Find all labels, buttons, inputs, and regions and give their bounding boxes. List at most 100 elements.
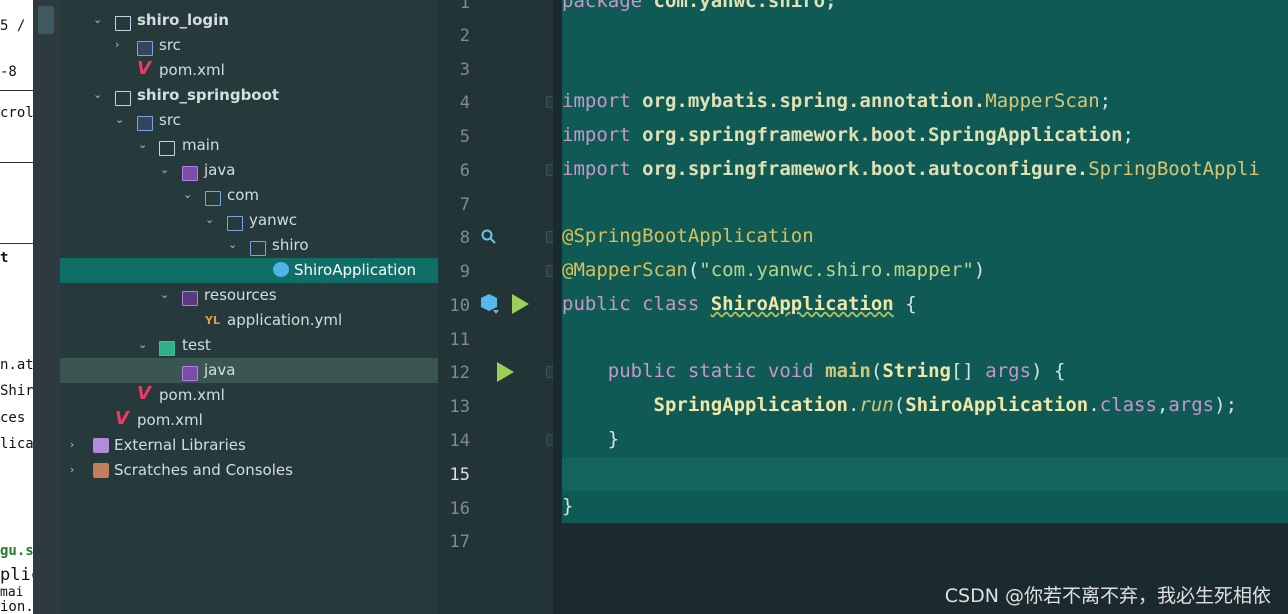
tree-item-external-libraries[interactable]: › External Libraries (60, 433, 438, 458)
editor-gutter: 1 2 3 4 5 6 7 8 9 10 11 12 13 14 15 16 1… (438, 0, 558, 614)
maven-icon: V (137, 58, 151, 79)
tree-item-main[interactable]: ⌄ main (60, 133, 438, 158)
sliver-text: licati (0, 436, 33, 452)
chevron-down-icon[interactable]: ⌄ (160, 289, 170, 301)
tree-item-java[interactable]: ⌄ java (60, 158, 438, 183)
chevron-down-icon[interactable]: ⌄ (93, 14, 103, 26)
chevron-right-icon[interactable]: › (70, 464, 80, 476)
line-number: 14 (449, 431, 470, 451)
tree-item-yanwc[interactable]: ⌄ yanwc (60, 208, 438, 233)
tree-item-label: pom.xml (159, 61, 225, 79)
token: class (1099, 394, 1157, 416)
tree-item-label: shiro_login (137, 11, 229, 29)
tree-item-root-pom[interactable]: V pom.xml (60, 408, 438, 433)
java-test-root-icon (182, 366, 198, 381)
tree-item-shiro-springboot[interactable]: ⌄ shiro_springboot (60, 83, 438, 108)
token: "com.yanwc.shiro.mapper" (699, 259, 974, 281)
line-number: 4 (459, 93, 470, 113)
java-source-root-icon (182, 166, 198, 181)
sliver-text: ces (0, 410, 26, 426)
code-line-1: package com.yanwc.shiro; (562, 0, 837, 12)
chevron-right-icon[interactable]: › (70, 439, 80, 451)
token: com.yanwc.shiro; (642, 0, 837, 12)
resources-folder-icon (182, 291, 198, 306)
token: package (562, 0, 643, 12)
tree-item-shiro[interactable]: ⌄ shiro (60, 233, 438, 258)
current-line-highlight (562, 458, 1288, 491)
token: org.springframework.boot.SpringApplicati… (630, 124, 1123, 146)
chevron-down-icon[interactable]: ⌄ (115, 114, 125, 126)
tree-item-pom[interactable]: V pom.xml (60, 58, 438, 83)
sliver-text: ion. (0, 599, 33, 614)
code-line-16: } (562, 495, 574, 517)
token: run (859, 394, 894, 416)
chevron-down-icon[interactable]: ⌄ (205, 214, 215, 226)
chevron-right-icon[interactable]: › (115, 39, 125, 51)
tree-item-scratches[interactable]: › Scratches and Consoles (60, 458, 438, 483)
spring-bean-icon[interactable] (480, 293, 500, 315)
token: SpringBootAppli (1088, 158, 1260, 180)
project-tree: ⌄ shiro_login › src V pom.xml ⌄ shiro_sp… (60, 0, 438, 614)
code-line-5: import org.springframework.boot.SpringAp… (562, 124, 1134, 146)
chevron-down-icon[interactable]: ⌄ (160, 164, 170, 176)
test-folder-icon (159, 341, 175, 356)
token: MapperScan (985, 90, 1100, 112)
sliver-text: Shiro (0, 383, 33, 399)
chevron-down-icon[interactable]: ⌄ (138, 339, 148, 351)
chevron-down-icon[interactable]: ⌄ (138, 139, 148, 151)
token: main (825, 360, 871, 382)
tree-item-label: pom.xml (137, 411, 203, 429)
module-folder-icon (115, 91, 131, 106)
tree-item-resources[interactable]: ⌄ resources (60, 283, 438, 308)
tree-item-label: src (159, 36, 181, 54)
run-main-icon[interactable] (497, 362, 514, 382)
code-line-12: public static void main(String[] args) { (562, 360, 1066, 382)
maven-icon: V (137, 383, 151, 404)
sliver-text: gu.s (0, 543, 33, 559)
tree-item-test-java[interactable]: java (60, 358, 438, 383)
project-tool-button[interactable] (38, 6, 54, 34)
code-line-13: SpringApplication.run(ShiroApplication.c… (562, 394, 1238, 416)
watermark: CSDN @你若不离不弃，我必生死相依 (944, 585, 1271, 607)
chevron-down-icon[interactable]: ⌄ (93, 89, 103, 101)
tree-item-label: ShiroApplication (294, 261, 417, 279)
tree-item-label: com (227, 186, 260, 204)
token: ; (1099, 90, 1112, 112)
tree-item-src[interactable]: › src (60, 33, 438, 58)
tree-item-pom[interactable]: V pom.xml (60, 383, 438, 408)
search-icon[interactable] (481, 229, 497, 245)
code-editor[interactable]: package com.yanwc.shiro; import org.myba… (553, 0, 1288, 614)
sliver-text: mai (0, 585, 24, 600)
source-folder-icon (137, 116, 153, 131)
line-number: 13 (449, 397, 470, 417)
token: . (1088, 394, 1100, 416)
chevron-down-icon[interactable]: ⌄ (183, 189, 193, 201)
code-line-8: @SpringBootApplication (562, 225, 814, 247)
sliver-text: 5 / (0, 18, 26, 34)
tree-item-label: application.yml (227, 311, 343, 329)
tree-item-test[interactable]: ⌄ test (60, 333, 438, 358)
line-number: 6 (459, 161, 470, 181)
tree-item-shiro-login[interactable]: ⌄ shiro_login (60, 8, 438, 33)
tree-item-shiro-application[interactable]: ShiroApplication (60, 258, 438, 283)
line-number: 3 (459, 60, 470, 80)
package-icon (250, 241, 266, 256)
sliver-text: t (0, 250, 9, 266)
yaml-file-icon: YL (205, 314, 220, 327)
token: @SpringBootApplication (562, 225, 814, 247)
code-line-4: import org.mybatis.spring.annotation.Map… (562, 90, 1111, 112)
run-class-icon[interactable] (512, 294, 529, 314)
tree-item-src[interactable]: ⌄ src (60, 108, 438, 133)
token: import (562, 158, 631, 180)
line-number: 9 (459, 262, 470, 282)
tree-item-com[interactable]: ⌄ com (60, 183, 438, 208)
divider (0, 162, 33, 163)
token: org.springframework.boot.autoconfigure. (630, 158, 1089, 180)
token: ShiroApplication (710, 293, 894, 315)
line-number: 1 (459, 0, 470, 13)
tree-item-label: shiro (272, 236, 309, 254)
chevron-down-icon[interactable]: ⌄ (228, 239, 238, 251)
spring-boot-class-icon (273, 262, 289, 277)
tree-item-application-yml[interactable]: YL application.yml (60, 308, 438, 333)
token: org.mybatis.spring.annotation. (630, 90, 986, 112)
